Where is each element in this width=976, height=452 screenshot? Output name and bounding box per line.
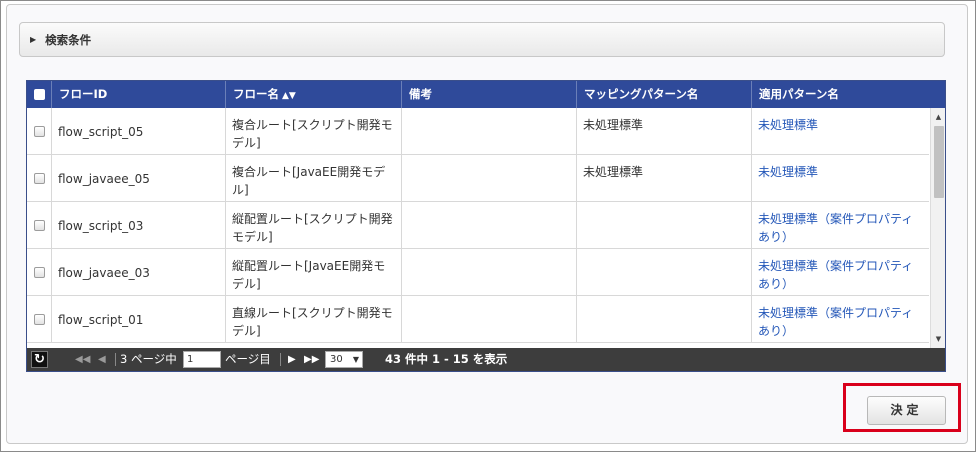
applied-pattern-link[interactable]: 未処理標準 (758, 118, 818, 132)
table-row[interactable]: flow_javaee_05 複合ルート[JavaEE開発モデル] 未処理標準 … (27, 155, 929, 202)
cell-flow-name: 直線ルート[スクリプト開発モデル] (226, 296, 402, 343)
column-header-flow-id[interactable]: フローID (52, 81, 226, 108)
cell-flow-id: flow_script_03 (52, 202, 226, 249)
rows-per-page-value: 30 (330, 354, 343, 365)
cell-mapping-pattern (577, 249, 752, 296)
column-header-flow-name[interactable]: フロー名 ▲▼ (226, 81, 402, 108)
table-row[interactable]: flow_javaee_03 縦配置ルート[JavaEE開発モデル] 未処理標準… (27, 249, 929, 296)
decide-button[interactable]: 決定 (867, 396, 946, 425)
cell-mapping-pattern: 未処理標準 (577, 108, 752, 155)
column-label: マッピングパターン名 (584, 87, 699, 101)
rows-per-page-select[interactable]: 30 ▼ (325, 351, 363, 368)
select-all-checkbox[interactable] (34, 89, 45, 100)
column-header-mapping-pattern[interactable]: マッピングパターン名 (577, 81, 752, 108)
cell-remarks (402, 108, 577, 155)
pager-divider (115, 353, 116, 366)
cell-flow-id: flow_javaee_05 (52, 155, 226, 202)
applied-pattern-link[interactable]: 未処理標準（案件プロパティあり） (758, 306, 913, 338)
refresh-icon[interactable]: ↻ (31, 351, 48, 368)
table-header: フローID フロー名 ▲▼ 備考 マッピングパターン名 適用パターン名 (27, 81, 945, 108)
flow-table: フローID フロー名 ▲▼ 備考 マッピングパターン名 適用パターン名 flow_… (26, 80, 946, 372)
select-all-cell (27, 81, 52, 108)
scroll-up-icon[interactable]: ▲ (931, 110, 945, 124)
sort-updown-icon[interactable]: ▲▼ (282, 91, 296, 101)
pager-divider (280, 353, 281, 366)
applied-pattern-link[interactable]: 未処理標準（案件プロパティあり） (758, 259, 913, 291)
row-checkbox[interactable] (33, 126, 45, 137)
total-pages-label: 3 ページ中 (120, 352, 177, 366)
cell-remarks (402, 155, 577, 202)
column-label: フローID (59, 87, 108, 101)
cell-mapping-pattern (577, 202, 752, 249)
table-row[interactable]: flow_script_03 縦配置ルート[スクリプト開発モデル] 未処理標準（… (27, 202, 929, 249)
applied-pattern-link[interactable]: 未処理標準 (758, 165, 818, 179)
cell-flow-id: flow_script_01 (52, 296, 226, 343)
column-header-remarks[interactable]: 備考 (402, 81, 577, 108)
cell-flow-id: flow_javaee_03 (52, 249, 226, 296)
cell-mapping-pattern: 未処理標準 (577, 155, 752, 202)
prev-page-icon[interactable]: ◀ (98, 348, 106, 371)
row-checkbox[interactable] (33, 173, 45, 184)
table-body: flow_script_05 複合ルート[スクリプト開発モデル] 未処理標準 未… (27, 108, 945, 348)
table-row[interactable]: flow_script_05 複合ルート[スクリプト開発モデル] 未処理標準 未… (27, 108, 929, 155)
cell-flow-id: flow_script_05 (52, 108, 226, 155)
highlight-box: 決定 (843, 383, 961, 432)
vertical-scrollbar[interactable]: ▲ ▼ (930, 108, 945, 348)
cell-flow-name: 縦配置ルート[JavaEE開発モデル] (226, 249, 402, 296)
pager-bar: ↻ ◀◀ ◀ 3 ページ中 ページ目 ▶ ▶▶ 30 ▼ 43 件中 1 - 1… (27, 348, 945, 371)
page-suffix-label: ページ目 (225, 352, 271, 366)
cell-mapping-pattern (577, 296, 752, 343)
last-page-icon[interactable]: ▶▶ (304, 348, 319, 371)
search-conditions-toggle[interactable]: ▶ 検索条件 (19, 22, 945, 57)
column-header-applied-pattern[interactable]: 適用パターン名 (752, 81, 945, 108)
first-page-icon[interactable]: ◀◀ (75, 348, 90, 371)
cell-remarks (402, 296, 577, 343)
dropdown-arrow-icon: ▼ (352, 355, 359, 364)
row-checkbox[interactable] (33, 220, 45, 231)
page-number-input[interactable] (183, 351, 221, 368)
column-label: 適用パターン名 (759, 87, 839, 101)
cell-remarks (402, 202, 577, 249)
record-summary: 43 件中 1 - 15 を表示 (385, 352, 508, 366)
cell-flow-name: 複合ルート[JavaEE開発モデル] (226, 155, 402, 202)
next-page-icon[interactable]: ▶ (288, 348, 296, 371)
table-row[interactable]: flow_script_01 直線ルート[スクリプト開発モデル] 未処理標準（案… (27, 296, 929, 343)
applied-pattern-link[interactable]: 未処理標準（案件プロパティあり） (758, 212, 913, 244)
row-checkbox[interactable] (33, 267, 45, 278)
column-label: 備考 (409, 87, 432, 101)
search-conditions-label: 検索条件 (45, 32, 92, 47)
expand-triangle-icon: ▶ (30, 35, 37, 44)
scroll-down-icon[interactable]: ▼ (931, 332, 945, 346)
cell-remarks (402, 249, 577, 296)
scrollbar-thumb[interactable] (934, 126, 944, 198)
row-checkbox[interactable] (33, 314, 45, 325)
cell-flow-name: 縦配置ルート[スクリプト開発モデル] (226, 202, 402, 249)
column-label: フロー名 (233, 87, 279, 101)
cell-flow-name: 複合ルート[スクリプト開発モデル] (226, 108, 402, 155)
